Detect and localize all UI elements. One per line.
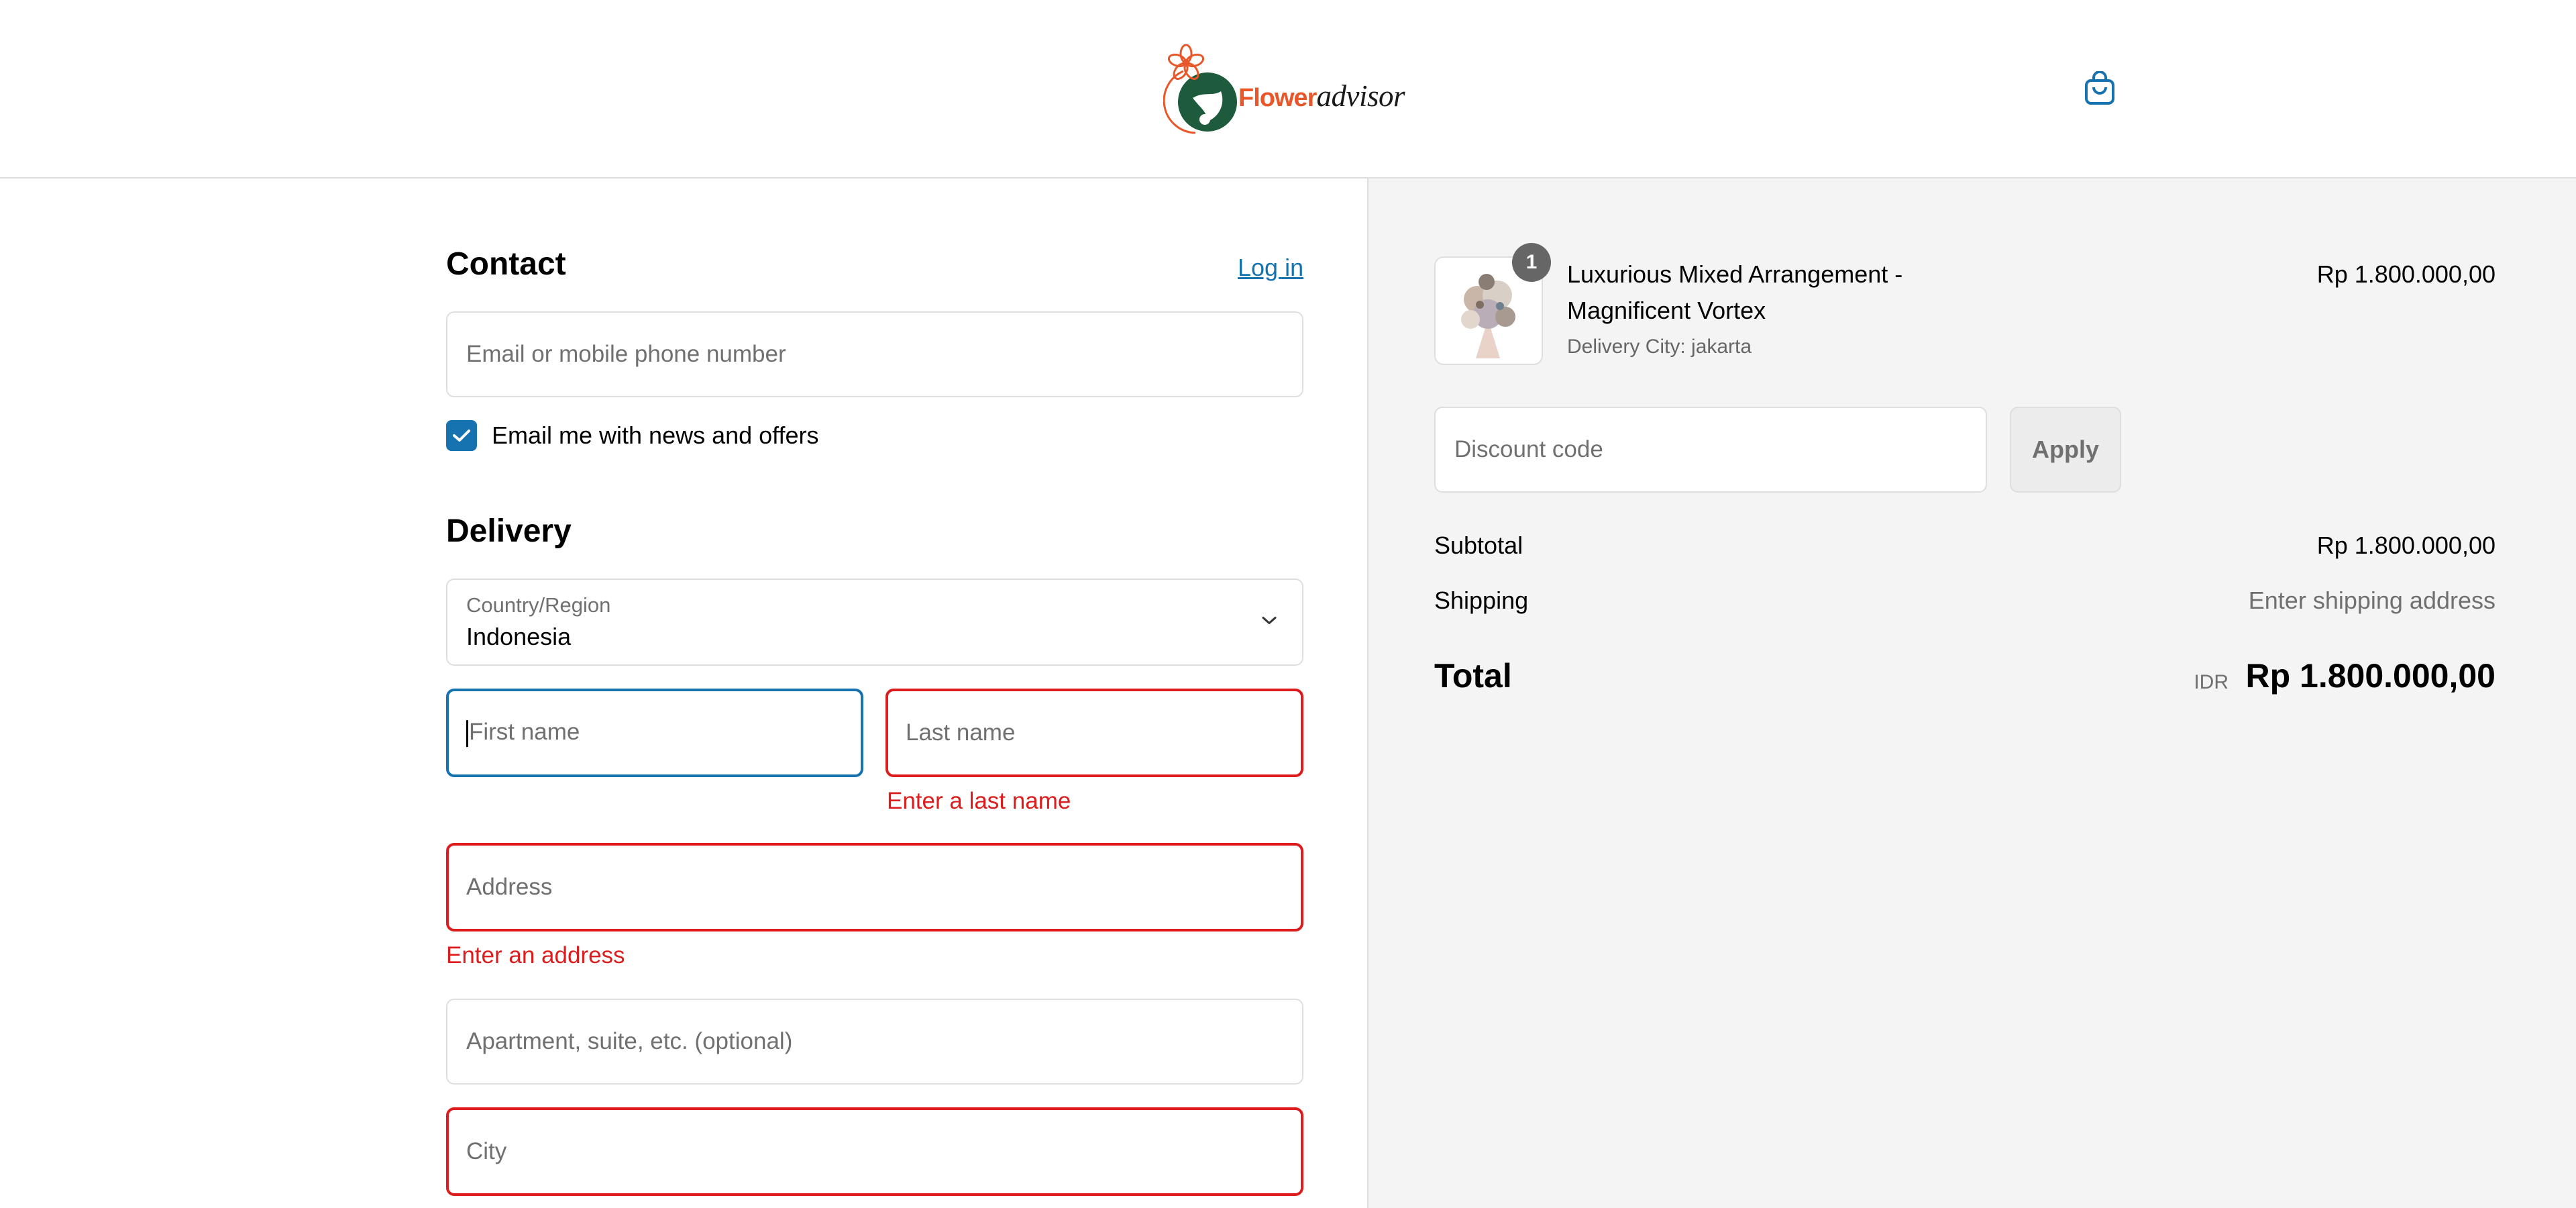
logo-brand-text: Flower — [1238, 84, 1317, 112]
checkout-form: Contact Log in Email or mobile phone num… — [0, 179, 1367, 1208]
contact-heading: Contact — [446, 246, 566, 282]
first-name-placeholder-text: First name — [469, 719, 580, 746]
last-name-field[interactable]: Last name — [885, 689, 1303, 777]
apartment-field[interactable]: Apartment, suite, etc. (optional) — [446, 999, 1303, 1085]
flower-globe-logo-icon — [1163, 44, 1237, 134]
email-field[interactable]: Email or mobile phone number — [446, 311, 1303, 397]
newsletter-checkbox[interactable] — [446, 420, 477, 451]
total-label: Total — [1434, 657, 1512, 695]
apply-discount-button[interactable]: Apply — [2010, 407, 2121, 493]
discount-code-field[interactable]: Discount code — [1434, 407, 1987, 493]
delivery-heading: Delivery — [446, 513, 572, 549]
email-placeholder: Email or mobile phone number — [466, 341, 786, 367]
total-currency: IDR — [2194, 671, 2229, 693]
shopping-bag-icon — [2085, 71, 2114, 105]
checkmark-icon — [453, 430, 470, 442]
total-value: Rp 1.800.000,00 — [2245, 657, 2496, 695]
city-field[interactable]: City — [446, 1107, 1303, 1196]
last-name-placeholder: Last name — [906, 719, 1016, 746]
header: Floweradvisor — [0, 0, 2576, 179]
shipping-value: Enter shipping address — [2248, 587, 2496, 614]
product-delivery-city: Delivery City: jakarta — [1567, 336, 1752, 358]
apartment-placeholder: Apartment, suite, etc. (optional) — [466, 1028, 793, 1054]
discount-placeholder: Discount code — [1454, 436, 1603, 462]
country-label: Country/Region — [466, 593, 611, 617]
chevron-down-icon — [1260, 615, 1278, 630]
address-placeholder: Address — [466, 874, 553, 900]
logo-wordmark: Floweradvisor — [1238, 79, 1405, 113]
first-name-placeholder: First name — [466, 719, 580, 747]
flower-advisor-logo[interactable]: Floweradvisor — [1163, 44, 1405, 136]
product-price: Rp 1.800.000,00 — [2316, 260, 2496, 288]
subtotal-value: Rp 1.800.000,00 — [2316, 532, 2496, 559]
address-error: Enter an address — [446, 942, 625, 968]
order-summary: 1 Luxurious Mixed Arrangement - Magnific… — [1367, 179, 2576, 1208]
newsletter-label: Email me with news and offers — [492, 421, 819, 449]
last-name-error: Enter a last name — [887, 788, 1071, 814]
logo-suffix-text: advisor — [1316, 79, 1405, 113]
text-cursor — [466, 719, 468, 747]
newsletter-option[interactable]: Email me with news and offers — [446, 420, 819, 451]
product-title: Luxurious Mixed Arrangement - Magnificen… — [1567, 260, 1903, 324]
shipping-label: Shipping — [1434, 587, 1529, 614]
product-thumbnail: 1 — [1434, 243, 1551, 365]
address-field[interactable]: Address — [446, 843, 1303, 932]
country-select[interactable]: Country/Region Indonesia — [446, 578, 1303, 666]
country-value: Indonesia — [466, 623, 572, 650]
quantity-badge: 1 — [1512, 243, 1551, 282]
subtotal-label: Subtotal — [1434, 532, 1523, 559]
login-link[interactable]: Log in — [1238, 254, 1305, 282]
city-placeholder: City — [466, 1138, 507, 1164]
cart-button[interactable] — [2081, 70, 2118, 107]
first-name-field[interactable]: First name — [446, 689, 863, 777]
